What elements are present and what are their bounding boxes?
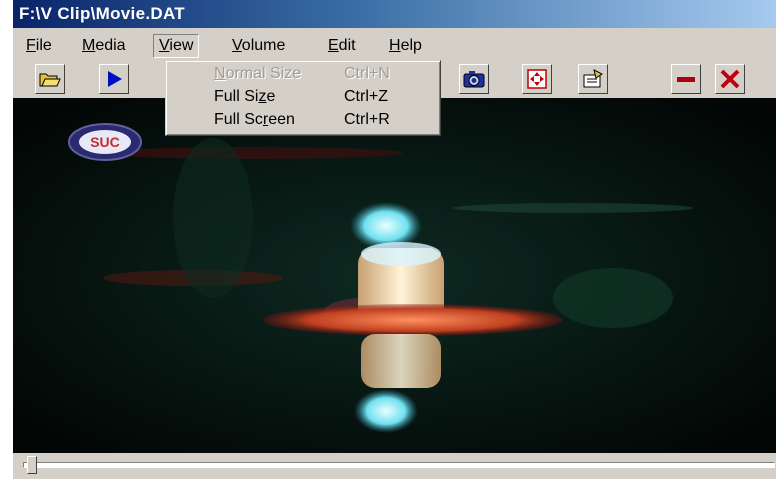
menu-bar: File Media View Volume Edit Help xyxy=(13,34,776,58)
title-bar: F:\V Clip\Movie.DAT xyxy=(13,0,776,28)
player-window: F:\V Clip\Movie.DAT File Media View Volu… xyxy=(12,0,776,479)
seek-track[interactable] xyxy=(23,462,775,468)
shortcut-label: Ctrl+R xyxy=(344,111,390,128)
snapshot-button[interactable] xyxy=(459,64,489,94)
shortcut-label: Ctrl+Z xyxy=(344,88,388,105)
menu-view[interactable]: View xyxy=(153,34,200,58)
seek-bar[interactable] xyxy=(13,453,776,479)
play-button[interactable] xyxy=(99,64,129,94)
open-button[interactable] xyxy=(35,64,65,94)
menu-volume[interactable]: Volume xyxy=(227,34,290,58)
play-icon xyxy=(108,71,122,87)
menu-help[interactable]: Help xyxy=(384,34,427,58)
properties-icon xyxy=(583,69,603,88)
snapshot-camera-icon xyxy=(463,71,485,88)
svg-text:SUC: SUC xyxy=(90,134,120,150)
menu-edit[interactable]: Edit xyxy=(323,34,361,58)
menu-item-full-screen[interactable]: Full Screen Ctrl+R xyxy=(168,108,438,131)
fit-window-button[interactable] xyxy=(522,64,552,94)
minimize-button[interactable] xyxy=(671,64,701,94)
fit-window-icon xyxy=(527,69,547,89)
minimize-icon xyxy=(677,77,695,82)
menu-media[interactable]: Media xyxy=(77,34,131,58)
close-button[interactable] xyxy=(715,64,745,94)
shortcut-label: Ctrl+N xyxy=(344,65,390,82)
view-menu-dropdown: Normal Size Ctrl+N Full Size Ctrl+Z Full… xyxy=(165,60,441,136)
menu-item-full-size[interactable]: Full Size Ctrl+Z xyxy=(168,85,438,108)
video-area[interactable]: SUC xyxy=(13,98,776,453)
seek-thumb[interactable] xyxy=(27,456,37,474)
open-folder-icon xyxy=(39,73,61,87)
menu-item-normal-size[interactable]: Normal Size Ctrl+N xyxy=(168,62,438,85)
properties-button[interactable] xyxy=(578,64,608,94)
menu-file[interactable]: File xyxy=(21,34,57,58)
channel-logo: SUC xyxy=(68,123,142,161)
close-icon xyxy=(720,69,740,89)
